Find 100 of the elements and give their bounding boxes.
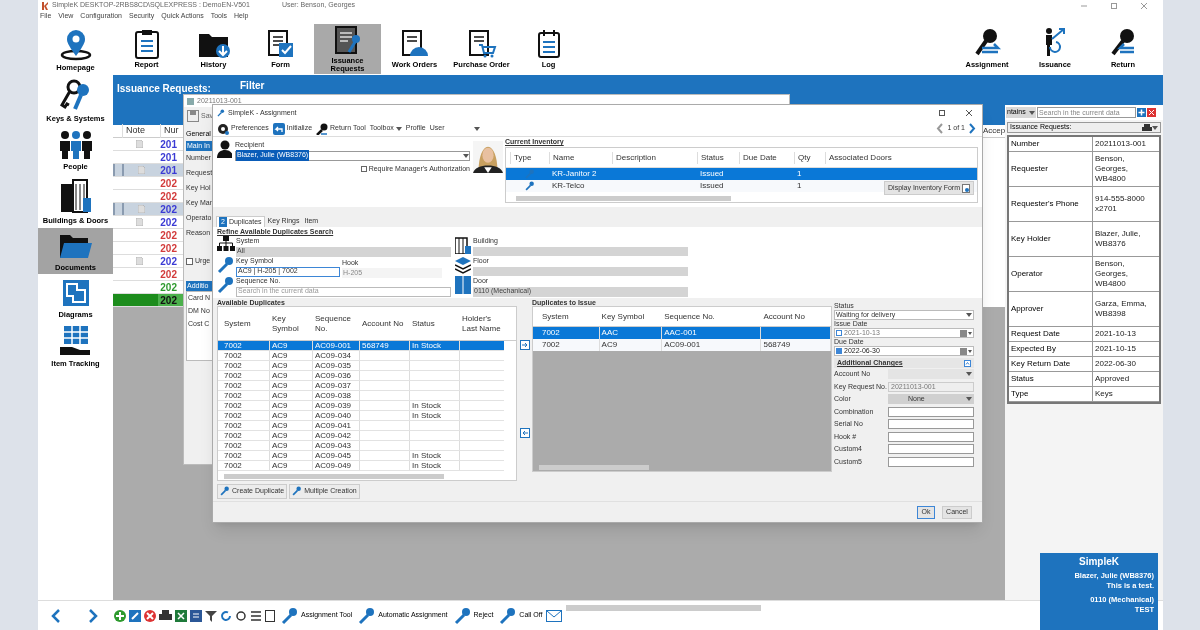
table-row[interactable]: 202 [113, 216, 183, 229]
column-header: Key Symbol [600, 310, 646, 323]
table-cell: 7002 [222, 371, 270, 380]
key-icon [453, 606, 472, 625]
table-row[interactable]: 7002 AC9 AC09-042 [218, 431, 504, 441]
table-row[interactable]: 202 [113, 281, 183, 294]
table-row[interactable]: 7002 AC9 AC09-001 568749 In Stock [218, 341, 504, 351]
checkbox[interactable] [186, 257, 193, 265]
scrollbar[interactable] [566, 605, 761, 611]
table-row[interactable]: 7002 AC9 AC09-040 In Stock [218, 411, 504, 421]
next-icon[interactable] [968, 123, 976, 134]
field-label: Requester [1009, 152, 1093, 186]
table-cell: 7002 [222, 351, 270, 360]
table-row[interactable]: 201 [113, 151, 183, 164]
scrollbar[interactable] [224, 474, 444, 479]
field-label: Requester's Phone [1009, 187, 1093, 221]
document-icon[interactable] [190, 609, 202, 622]
maximize-icon[interactable] [939, 110, 945, 116]
table-row[interactable]: 202 [113, 268, 183, 281]
caret-icon [1152, 125, 1158, 130]
printer-icon[interactable] [159, 609, 172, 622]
table-cell-text: Issued [699, 180, 725, 192]
table-cell: AC09-049 [313, 461, 360, 470]
table-cell: 7002 [222, 391, 270, 400]
table-row[interactable]: 202 [113, 190, 183, 203]
table-row[interactable]: 7002 AC9 AC09-037 [218, 381, 504, 391]
table-row[interactable]: KR-Janitor 2 Issued 1 [506, 168, 977, 180]
collapse-icon[interactable] [964, 359, 971, 367]
edit-icon[interactable] [129, 609, 141, 622]
table-cell: AC9 [270, 351, 313, 360]
field-value: 2021-10-13 [1094, 328, 1137, 340]
table-row[interactable]: 201 [113, 138, 183, 151]
refresh-icon[interactable] [220, 609, 232, 622]
table-row[interactable]: 7002 AC9 AC09-041 [218, 421, 504, 431]
scrollbar[interactable] [516, 196, 731, 201]
table-row[interactable]: 202 [113, 255, 183, 268]
column-header: System [540, 310, 570, 323]
scrollbar[interactable] [539, 465, 649, 470]
table-row[interactable]: 202 [113, 177, 183, 190]
mail-icon[interactable] [545, 609, 562, 622]
table-cell-text: 202 [159, 229, 178, 241]
close-icon[interactable] [966, 110, 972, 116]
table-cell: AC9 [599, 339, 663, 351]
column-header: Sequence No. [663, 310, 716, 323]
table-row[interactable]: 7002 AC9 AC09-036 [218, 371, 504, 381]
checkbox[interactable] [360, 165, 367, 172]
input-field[interactable] [888, 456, 974, 467]
table-row[interactable]: 202 [113, 203, 183, 216]
document-icon[interactable] [265, 609, 275, 622]
column-header: Status [697, 151, 739, 164]
table-cell: 7002 [222, 341, 270, 350]
save-icon[interactable] [187, 110, 199, 122]
column-header: Name [549, 151, 612, 164]
key-icon [358, 606, 377, 625]
previous-icon[interactable] [936, 123, 945, 134]
table-row[interactable]: 7002 AAC AAC-001 [533, 327, 831, 339]
table-row[interactable]: 7002 AC9 AC09-034 [218, 351, 504, 361]
input-field[interactable] [888, 444, 974, 455]
input-field[interactable] [888, 431, 974, 442]
table-row[interactable]: 202 [113, 294, 183, 307]
table-cell: In Stock [410, 411, 460, 420]
table-cell: AC9 [270, 401, 313, 410]
table-row[interactable]: 7002 AC9 AC09-035 [218, 361, 504, 371]
add-icon[interactable] [114, 609, 126, 622]
table-row[interactable]: 7002 AC9 AC09-039 In Stock [218, 401, 504, 411]
table-cell-text: 202 [159, 203, 178, 215]
add-icon[interactable] [1137, 108, 1146, 117]
list-icon[interactable] [250, 609, 262, 622]
column-header: Sequence No. [314, 313, 353, 334]
table-row[interactable]: 7002 AC9 AC09-038 [218, 391, 504, 401]
form-check-icon [266, 28, 295, 59]
column-header: System [223, 318, 252, 329]
table-cell: 202 [158, 294, 183, 306]
table-row[interactable]: 202 [113, 242, 183, 255]
table-row[interactable]: 7002 AC9 AC09-043 [218, 441, 504, 451]
filter-icon[interactable] [205, 609, 217, 622]
field-label: Request Date [1009, 327, 1093, 341]
column-header: Associated Doors [825, 151, 965, 164]
move-right-icon[interactable] [519, 340, 530, 350]
table-row[interactable]: 201 [113, 164, 183, 177]
field-label: Status [1009, 372, 1093, 386]
clear-icon[interactable] [1147, 108, 1156, 117]
printer-icon[interactable] [1142, 123, 1152, 132]
table-row[interactable]: 202 [113, 229, 183, 242]
hard-hat-document-icon [399, 28, 430, 59]
column-header: Note [122, 124, 160, 138]
input-field[interactable] [888, 419, 974, 430]
delete-icon[interactable] [144, 609, 156, 622]
key-icon [281, 606, 299, 625]
table-cell: 7002 [222, 381, 270, 390]
checkbox[interactable] [836, 348, 842, 354]
move-left-icon[interactable] [519, 428, 530, 438]
spreadsheet-icon[interactable] [175, 609, 187, 622]
key-icon [217, 256, 235, 274]
table-row[interactable]: 7002 AC9 AC09-049 In Stock [218, 461, 504, 471]
input-field[interactable] [888, 406, 974, 417]
table-row[interactable]: 7002 AC9 AC09-001 568749 [533, 339, 831, 351]
checkbox[interactable] [836, 330, 842, 336]
table-row[interactable]: 7002 AC9 AC09-045 In Stock [218, 451, 504, 461]
people-icon [57, 129, 94, 160]
